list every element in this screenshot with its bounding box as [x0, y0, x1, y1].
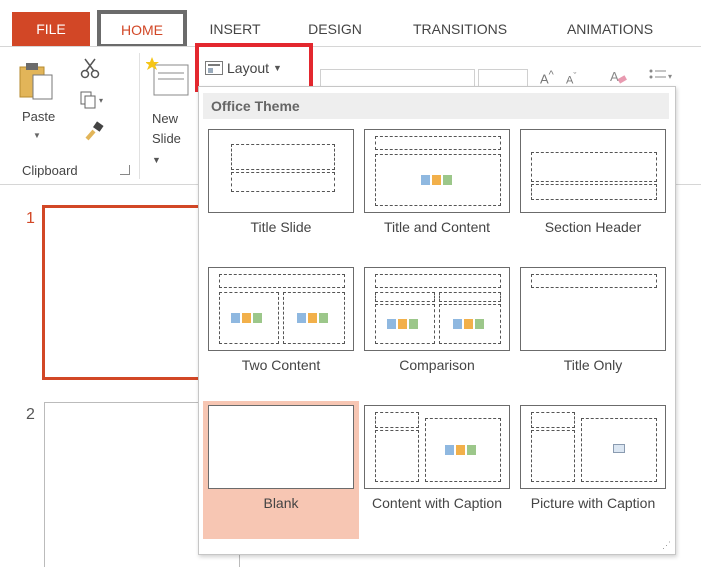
layout-dropdown-icon: ▼ [273, 63, 282, 73]
new-slide-label-line2: Slide ▼ [152, 129, 192, 170]
tab-animations[interactable]: ANIMATIONS [545, 12, 675, 46]
title-placeholder [219, 274, 345, 288]
title-placeholder [375, 412, 419, 428]
content-icons [421, 172, 455, 188]
new-slide-label-line1: New [152, 111, 179, 126]
content-icons [387, 316, 421, 332]
layout-thumbnail [208, 267, 354, 351]
layout-label: Section Header [544, 219, 642, 235]
svg-text:A: A [610, 69, 619, 84]
layout-item-title-and-content[interactable]: Title and Content [359, 125, 515, 263]
layout-item-title-only[interactable]: Title Only [515, 263, 671, 401]
new-slide-label-text: Slide [152, 131, 181, 146]
left-heading-placeholder [375, 292, 435, 302]
layout-item-blank[interactable]: Blank [203, 401, 359, 539]
title-placeholder [531, 152, 657, 182]
layout-label: Comparison [399, 357, 475, 373]
picture-icon [613, 444, 625, 453]
copy-icon[interactable]: ▾ [80, 91, 106, 109]
layout-label: Title and Content [383, 219, 491, 235]
layout-item-two-content[interactable]: Two Content [203, 263, 359, 401]
layout-item-content-with-caption[interactable]: Content with Caption [359, 401, 515, 539]
new-slide-label[interactable]: New Slide ▼ [152, 109, 192, 170]
bullets-icon[interactable]: ▾ [648, 67, 676, 87]
layout-thumbnail [364, 405, 510, 489]
layout-thumbnail [364, 267, 510, 351]
title-placeholder [531, 274, 657, 288]
title-placeholder [375, 274, 501, 288]
layout-label: Picture with Caption [530, 495, 656, 511]
layout-label: Blank [263, 495, 299, 511]
scissors-icon[interactable] [80, 57, 100, 79]
ribbon-group-separator [139, 53, 140, 179]
layout-label: Two Content [241, 357, 321, 373]
layout-thumbnail [208, 129, 354, 213]
clear-formatting-icon[interactable]: A [608, 67, 628, 87]
title-placeholder [375, 136, 501, 150]
content-icons [445, 442, 479, 458]
layout-thumbnail [520, 267, 666, 351]
layout-label: Content with Caption [372, 495, 502, 511]
layout-button-content: Layout ▼ [205, 57, 282, 79]
layout-label: Title Slide [250, 219, 312, 235]
layout-thumbnail [364, 129, 510, 213]
layout-item-title-slide[interactable]: Title Slide [203, 125, 359, 263]
caption-placeholder [375, 430, 419, 482]
layout-thumbnail [520, 405, 666, 489]
clipboard-dialog-launcher-icon[interactable] [120, 165, 130, 175]
tab-file[interactable]: FILE [12, 12, 90, 46]
subtitle-placeholder [231, 172, 335, 192]
title-placeholder [231, 144, 335, 170]
decrease-font-size-icon[interactable]: Aˇ [566, 71, 576, 87]
tab-transitions[interactable]: TRANSITIONS [400, 12, 520, 46]
layout-button-label: Layout [227, 60, 270, 76]
content-icons [231, 310, 265, 326]
slide-number-2: 2 [26, 406, 35, 423]
right-heading-placeholder [439, 292, 501, 302]
layout-item-section-header[interactable]: Section Header [515, 125, 671, 263]
layout-item-picture-with-caption[interactable]: Picture with Caption [515, 401, 671, 539]
title-placeholder [531, 412, 575, 428]
paste-label[interactable]: Paste [22, 109, 55, 124]
ribbon-tab-bar: FILE HOME INSERT DESIGN TRANSITIONS ANIM… [0, 0, 701, 48]
new-slide-icon[interactable] [146, 55, 190, 99]
content-icons [453, 316, 487, 332]
layout-item-comparison[interactable]: Comparison [359, 263, 515, 401]
tab-insert[interactable]: INSERT [200, 12, 270, 46]
caption-placeholder [531, 430, 575, 482]
resize-grip-icon[interactable]: ⋰ [662, 540, 671, 551]
layout-button[interactable]: Layout ▼ [195, 43, 313, 92]
slide-number-1: 1 [26, 210, 35, 227]
layout-icon [205, 61, 223, 75]
text-placeholder [531, 184, 657, 200]
paste-dropdown-icon[interactable]: ▼ [33, 131, 41, 140]
tab-home[interactable]: HOME [97, 10, 187, 48]
layout-thumbnail [208, 405, 354, 489]
new-slide-dropdown-icon: ▼ [152, 155, 161, 165]
svg-text:▾: ▾ [668, 72, 672, 81]
tab-design[interactable]: DESIGN [300, 12, 370, 46]
clipboard-paste-icon[interactable] [18, 61, 54, 101]
format-painter-icon[interactable] [84, 121, 104, 141]
clipboard-group-label: Clipboard [22, 163, 78, 178]
layout-label: Title Only [563, 357, 623, 373]
increase-font-size-icon[interactable]: A^ [540, 69, 554, 86]
layout-gallery-dropdown: Office Theme Title Slide Title and Conte… [198, 86, 676, 555]
svg-text:▾: ▾ [99, 96, 103, 105]
layout-thumbnail [520, 129, 666, 213]
content-icons [297, 310, 331, 326]
theme-section-header: Office Theme [203, 93, 669, 119]
